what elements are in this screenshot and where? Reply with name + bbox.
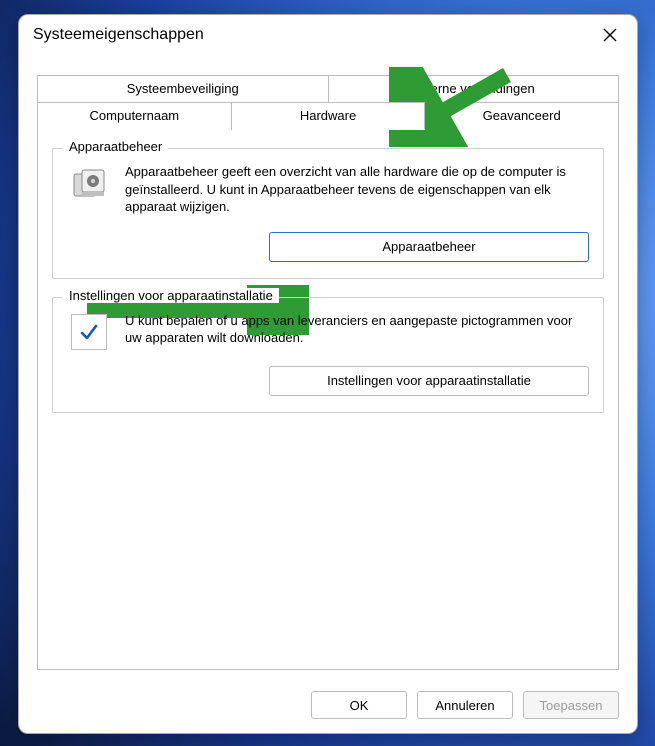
system-properties-dialog: Systeemeigenschappen Systeembeveiliging … xyxy=(18,14,638,734)
titlebar: Systeemeigenschappen xyxy=(19,15,637,55)
tab-label: Geavanceerd xyxy=(483,108,561,123)
group-install-settings: Instellingen voor apparaatinstallatie U … xyxy=(52,297,604,413)
tab-remote[interactable]: Externe verbindingen xyxy=(329,75,620,103)
device-manager-icon xyxy=(67,163,111,216)
group-legend: Apparaatbeheer xyxy=(63,139,168,154)
button-label: OK xyxy=(350,698,369,713)
cancel-button[interactable]: Annuleren xyxy=(417,691,513,719)
group-legend: Instellingen voor apparaatinstallatie xyxy=(63,288,279,303)
window-title: Systeemeigenschappen xyxy=(33,26,204,44)
button-label: Toepassen xyxy=(540,698,603,713)
tab-computer-name[interactable]: Computernaam xyxy=(37,102,232,130)
button-label: Apparaatbeheer xyxy=(382,239,475,254)
button-label: Instellingen voor apparaatinstallatie xyxy=(327,373,531,388)
tab-label: Hardware xyxy=(300,108,356,123)
install-settings-description: U kunt bepalen of u apps van leverancier… xyxy=(125,312,589,350)
tab-page-hardware: Apparaatbeheer xyxy=(37,130,619,670)
device-manager-description: Apparaatbeheer geeft een overzicht van a… xyxy=(125,163,589,216)
tab-label: Computernaam xyxy=(90,108,180,123)
install-settings-button[interactable]: Instellingen voor apparaatinstallatie xyxy=(269,366,589,396)
tab-label: Systeembeveiliging xyxy=(127,81,239,96)
device-manager-button[interactable]: Apparaatbeheer xyxy=(269,232,589,262)
install-settings-icon xyxy=(67,312,111,350)
dialog-button-row: OK Annuleren Toepassen xyxy=(311,691,619,719)
tab-control: Systeembeveiliging Externe verbindingen … xyxy=(37,75,619,670)
checkmark-icon xyxy=(79,322,99,342)
tab-system-protection[interactable]: Systeembeveiliging xyxy=(37,75,329,103)
ok-button[interactable]: OK xyxy=(311,691,407,719)
close-icon xyxy=(603,28,617,42)
tab-advanced[interactable]: Geavanceerd xyxy=(425,102,619,130)
apply-button[interactable]: Toepassen xyxy=(523,691,619,719)
button-label: Annuleren xyxy=(435,698,494,713)
group-device-manager: Apparaatbeheer xyxy=(52,148,604,279)
tab-label: Externe verbindingen xyxy=(412,81,535,96)
close-button[interactable] xyxy=(593,20,627,50)
tab-hardware[interactable]: Hardware xyxy=(232,102,426,130)
